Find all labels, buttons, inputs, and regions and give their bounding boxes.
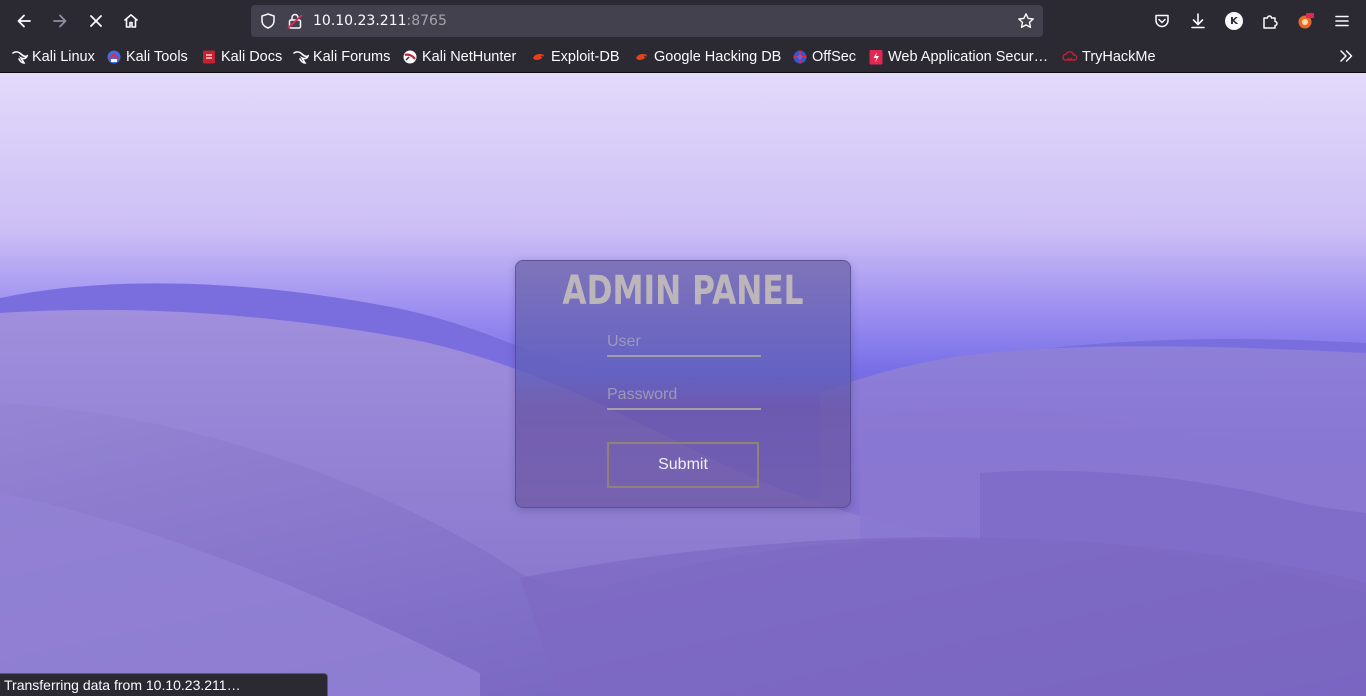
kali-tools-icon [106, 49, 122, 65]
page-viewport: ADMIN PANEL Submit [0, 73, 1366, 696]
offsec-icon [792, 49, 808, 65]
downloads-button[interactable] [1182, 5, 1214, 37]
arrow-right-icon [53, 14, 67, 28]
stop-button[interactable] [80, 5, 112, 37]
bookmark-label: Kali Forums [313, 49, 391, 65]
user-input[interactable] [607, 329, 761, 357]
arrow-left-icon [17, 14, 31, 28]
kali-docs-icon [201, 49, 217, 65]
bookmarks-overflow-button[interactable] [1330, 40, 1362, 72]
pocket-button[interactable] [1146, 5, 1178, 37]
bookmarks-bar: Kali Linux Kali Tools Kali Docs Kali For… [0, 42, 1366, 73]
url-port: :8765 [406, 13, 447, 29]
home-button[interactable] [115, 5, 147, 37]
bookmark-tryhackme[interactable]: TryHackMe [1062, 47, 1156, 67]
chevron-double-right-icon [1340, 50, 1353, 62]
web-app-security-icon [868, 49, 884, 65]
back-button[interactable] [8, 5, 40, 37]
extension-badge-button[interactable] [1290, 5, 1322, 37]
avatar: K [1225, 12, 1243, 30]
bookmark-kali-linux[interactable]: Kali Linux [12, 47, 95, 67]
nethunter-icon [402, 49, 418, 65]
tracking-shield-icon[interactable] [259, 12, 277, 30]
bookmark-label: Web Application Secur… [888, 49, 1049, 65]
close-icon [90, 15, 102, 27]
tryhackme-icon [1062, 49, 1078, 65]
pocket-icon [1155, 14, 1169, 28]
kali-dragon-icon [12, 49, 28, 65]
bookmark-label: Kali NetHunter [422, 49, 517, 65]
submit-button[interactable]: Submit [607, 442, 759, 488]
forward-button[interactable] [44, 5, 76, 37]
url-host: 10.10.23.211 [313, 13, 407, 29]
account-button[interactable]: K [1218, 5, 1250, 37]
bookmark-kali-docs[interactable]: Kali Docs [201, 47, 282, 67]
bookmark-offsec[interactable]: OffSec [792, 47, 856, 67]
bookmark-label: Kali Tools [126, 49, 188, 65]
home-icon [123, 14, 139, 28]
bookmark-label: Exploit-DB [551, 49, 620, 65]
bookmark-web-app-security[interactable]: Web Application Secur… [868, 47, 1048, 67]
download-icon [1191, 13, 1205, 29]
status-bar: Transferring data from 10.10.23.211… [0, 673, 328, 696]
foxyproxy-icon [1298, 13, 1314, 29]
password-input[interactable] [607, 382, 761, 410]
login-panel: ADMIN PANEL Submit [515, 260, 851, 508]
insecure-lock-icon[interactable] [286, 12, 304, 30]
bookmark-kali-nethunter[interactable]: Kali NetHunter [402, 47, 516, 67]
exploit-db-icon [531, 49, 547, 65]
bookmark-star-icon[interactable] [1017, 12, 1035, 30]
extensions-button[interactable] [1254, 5, 1286, 37]
bookmark-kali-forums[interactable]: Kali Forums [293, 47, 390, 67]
url-text[interactable]: 10.10.23.211:8765 [313, 12, 447, 30]
url-bar[interactable]: 10.10.23.211:8765 [251, 5, 1043, 37]
hamburger-menu-icon [1335, 15, 1349, 27]
bookmark-label: OffSec [812, 49, 857, 65]
bookmark-label: Kali Docs [221, 49, 283, 65]
bookmark-exploit-db[interactable]: Exploit-DB [531, 47, 620, 67]
bookmark-label: Google Hacking DB [654, 49, 782, 65]
bookmark-label: Kali Linux [32, 49, 95, 65]
puzzle-icon [1263, 15, 1278, 29]
menu-button[interactable] [1326, 5, 1358, 37]
browser-toolbar: 10.10.23.211:8765 K [0, 0, 1366, 42]
kali-dragon-icon [293, 49, 309, 65]
bookmark-google-hacking-db[interactable]: Google Hacking DB [634, 47, 781, 67]
bookmark-kali-tools[interactable]: Kali Tools [106, 47, 188, 67]
exploit-db-icon [634, 49, 650, 65]
bookmark-label: TryHackMe [1082, 49, 1156, 65]
panel-title: ADMIN PANEL [562, 268, 804, 314]
